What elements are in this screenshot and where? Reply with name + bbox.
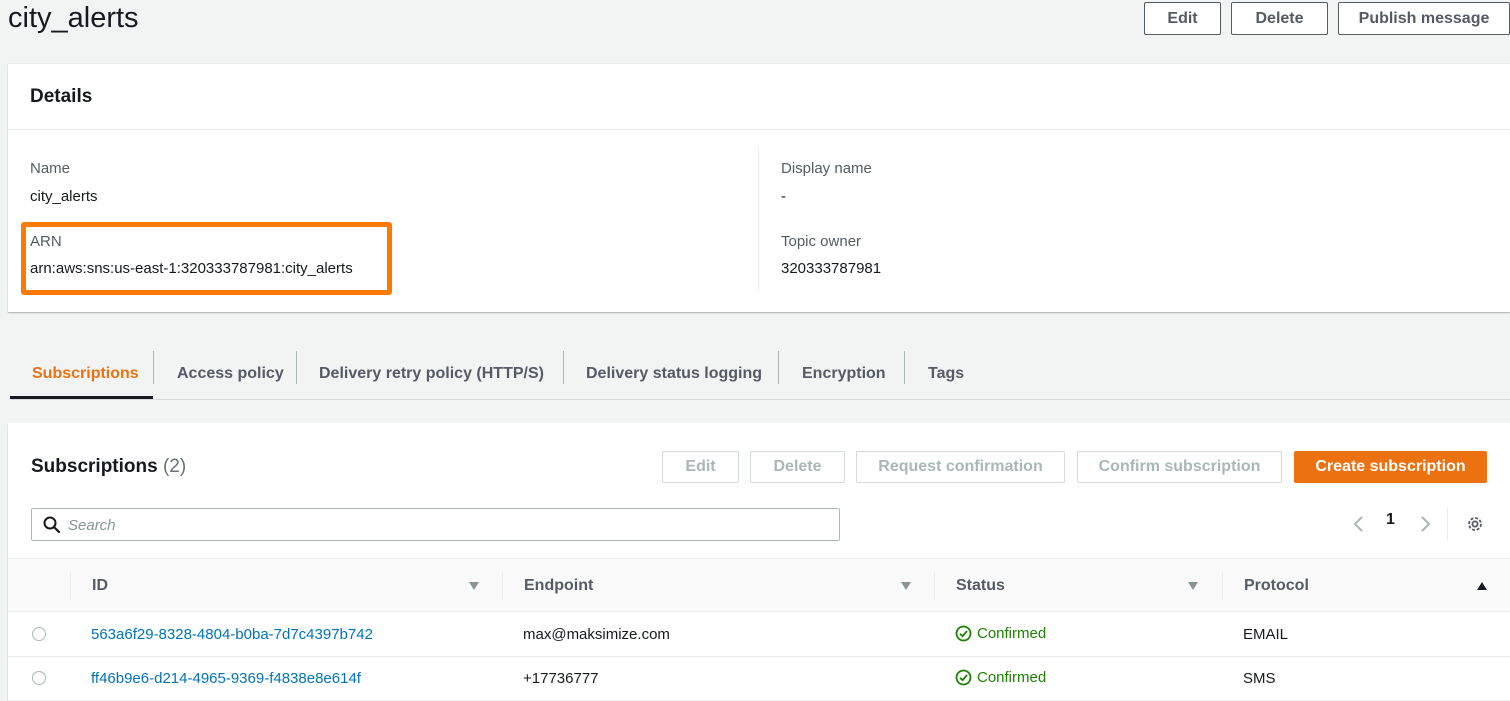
arn-highlight-box xyxy=(21,222,392,295)
edit-topic-button[interactable]: Edit xyxy=(1144,2,1221,35)
tab-subscriptions[interactable]: Subscriptions xyxy=(32,348,139,400)
tab-separator xyxy=(904,351,905,384)
topic-owner-label: Topic owner xyxy=(781,233,862,250)
column-separator xyxy=(70,572,71,600)
endpoint-cell: +17736777 xyxy=(523,670,599,687)
previous-page-icon[interactable] xyxy=(1352,515,1366,533)
delete-subscription-button[interactable]: Delete xyxy=(750,451,845,483)
publish-message-button[interactable]: Publish message xyxy=(1338,2,1510,35)
tab-encryption[interactable]: Encryption xyxy=(802,348,886,400)
search-icon xyxy=(43,516,61,534)
details-panel: Details Name city_alerts ARN arn:aws:sns… xyxy=(8,63,1510,312)
settings-gear-icon[interactable] xyxy=(1466,515,1484,533)
tab-separator xyxy=(153,351,154,384)
table-header: ID Endpoint Status Protocol xyxy=(8,558,1510,612)
sort-caret-down-icon[interactable] xyxy=(468,580,480,592)
endpoint-cell: max@maksimize.com xyxy=(523,626,670,643)
protocol-cell: EMAIL xyxy=(1243,626,1289,643)
details-heading: Details xyxy=(8,64,1510,130)
current-page[interactable]: 1 xyxy=(1386,511,1395,529)
request-confirmation-button[interactable]: Request confirmation xyxy=(856,451,1065,483)
tab-separator xyxy=(778,351,779,384)
subscriptions-count: (2) xyxy=(162,456,187,477)
status-text: Confirmed xyxy=(977,625,1047,642)
tab-delivery-status-logging[interactable]: Delivery status logging xyxy=(586,348,762,400)
column-header-protocol[interactable]: Protocol xyxy=(1244,577,1309,595)
tab-access-policy[interactable]: Access policy xyxy=(177,348,284,400)
tab-delivery-retry-policy[interactable]: Delivery retry policy (HTTP/S) xyxy=(319,348,544,400)
search-box xyxy=(31,508,840,541)
arn-label: ARN xyxy=(30,233,62,250)
active-tab-indicator xyxy=(10,396,153,399)
column-separator xyxy=(1222,572,1223,600)
check-circle-icon xyxy=(955,669,972,686)
row-select-radio[interactable] xyxy=(32,671,46,685)
create-subscription-button[interactable]: Create subscription xyxy=(1294,451,1487,483)
table-row[interactable]: 563a6f29-8328-4804-b0ba-7d7c4397b742 max… xyxy=(8,613,1510,657)
topic-tabs: Subscriptions Access policy Delivery ret… xyxy=(10,348,1510,400)
display-name-value: - xyxy=(781,188,786,205)
subscriptions-heading: Subscriptions (2) xyxy=(31,456,186,478)
status-cell: Confirmed xyxy=(955,625,1046,642)
topic-owner-value: 320333787981 xyxy=(781,260,882,277)
subscriptions-panel: Subscriptions (2) Edit Delete Request co… xyxy=(8,423,1510,701)
name-value: city_alerts xyxy=(30,188,98,205)
tab-tags[interactable]: Tags xyxy=(928,348,964,400)
name-label: Name xyxy=(30,160,71,177)
edit-subscription-button[interactable]: Edit xyxy=(662,451,739,483)
column-header-status[interactable]: Status xyxy=(956,577,1005,595)
search-input[interactable] xyxy=(68,515,828,535)
column-separator xyxy=(934,572,935,600)
next-page-icon[interactable] xyxy=(1418,515,1432,533)
sort-caret-up-icon[interactable] xyxy=(1476,580,1488,592)
page-title: city_alerts xyxy=(8,2,139,34)
table-row[interactable]: ff46b9e6-d214-4965-9369-f4838e8e614f +17… xyxy=(8,657,1510,701)
column-separator xyxy=(502,572,503,600)
protocol-cell: SMS xyxy=(1243,670,1276,687)
details-column-divider xyxy=(758,146,759,291)
sort-caret-down-icon[interactable] xyxy=(900,580,912,592)
status-text: Confirmed xyxy=(977,669,1047,686)
tab-separator xyxy=(563,351,564,384)
subscriptions-title: Subscriptions xyxy=(31,456,158,477)
column-header-endpoint[interactable]: Endpoint xyxy=(524,577,593,595)
subscription-id-link[interactable]: 563a6f29-8328-4804-b0ba-7d7c4397b742 xyxy=(91,626,373,643)
sort-caret-down-icon[interactable] xyxy=(1187,580,1199,592)
arn-value: arn:aws:sns:us-east-1:320333787981:city_… xyxy=(30,260,353,277)
delete-topic-button[interactable]: Delete xyxy=(1231,2,1328,35)
column-header-id[interactable]: ID xyxy=(92,577,108,595)
tab-separator xyxy=(296,351,297,384)
confirm-subscription-button[interactable]: Confirm subscription xyxy=(1077,451,1282,483)
status-cell: Confirmed xyxy=(955,669,1046,686)
row-select-radio[interactable] xyxy=(32,627,46,641)
check-circle-icon xyxy=(955,625,972,642)
subscription-id-link[interactable]: ff46b9e6-d214-4965-9369-f4838e8e614f xyxy=(91,670,361,687)
pager-divider xyxy=(1447,507,1448,541)
display-name-label: Display name xyxy=(781,160,872,177)
